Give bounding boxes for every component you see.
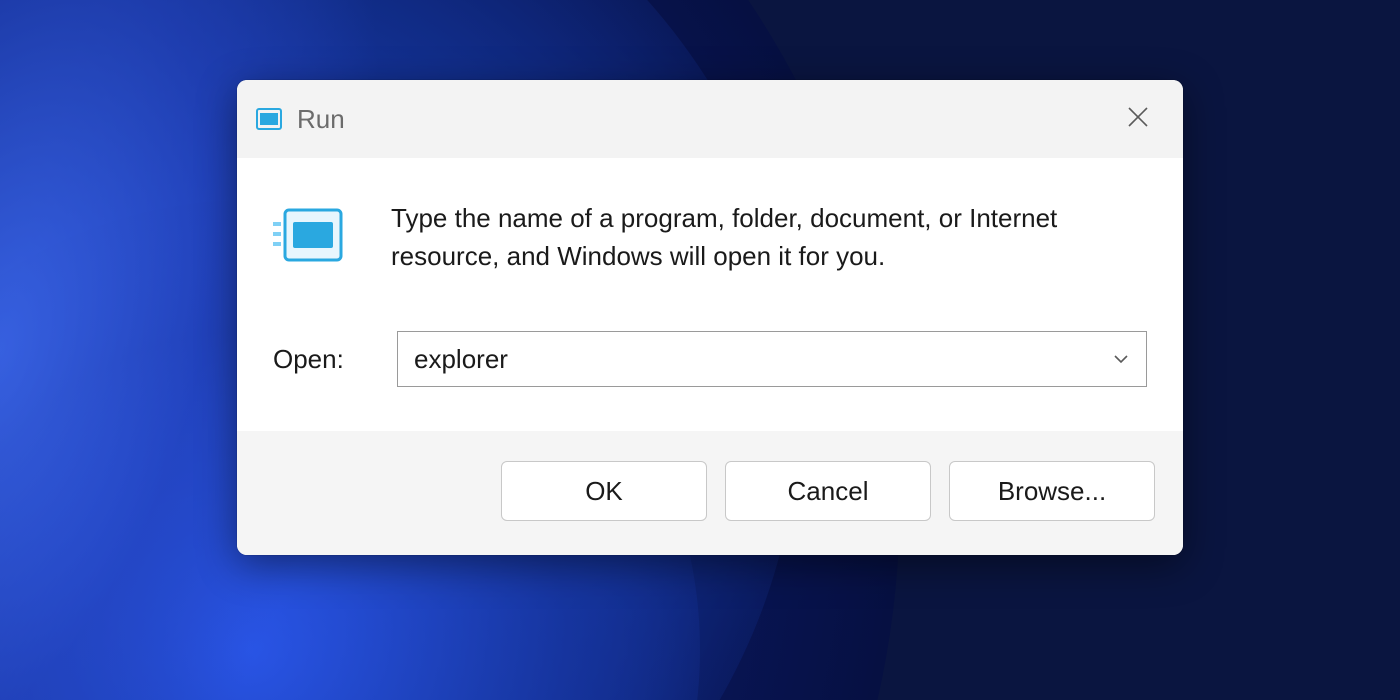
open-combobox[interactable] xyxy=(397,331,1147,387)
open-label: Open: xyxy=(273,344,397,375)
description-row: Type the name of a program, folder, docu… xyxy=(273,200,1147,275)
dialog-title: Run xyxy=(297,104,345,135)
run-icon xyxy=(273,204,343,268)
close-icon xyxy=(1127,106,1149,133)
titlebar[interactable]: Run xyxy=(237,80,1183,158)
open-input[interactable] xyxy=(398,332,1146,386)
close-button[interactable] xyxy=(1103,80,1173,158)
dialog-body: Type the name of a program, folder, docu… xyxy=(237,158,1183,431)
open-row: Open: xyxy=(273,331,1147,387)
dialog-description: Type the name of a program, folder, docu… xyxy=(391,200,1091,275)
ok-button[interactable]: OK xyxy=(501,461,707,521)
cancel-button[interactable]: Cancel xyxy=(725,461,931,521)
desktop-background: Run xyxy=(0,0,1400,700)
run-icon xyxy=(255,107,283,131)
run-dialog: Run xyxy=(237,80,1183,555)
dialog-footer: OK Cancel Browse... xyxy=(237,431,1183,555)
browse-button[interactable]: Browse... xyxy=(949,461,1155,521)
